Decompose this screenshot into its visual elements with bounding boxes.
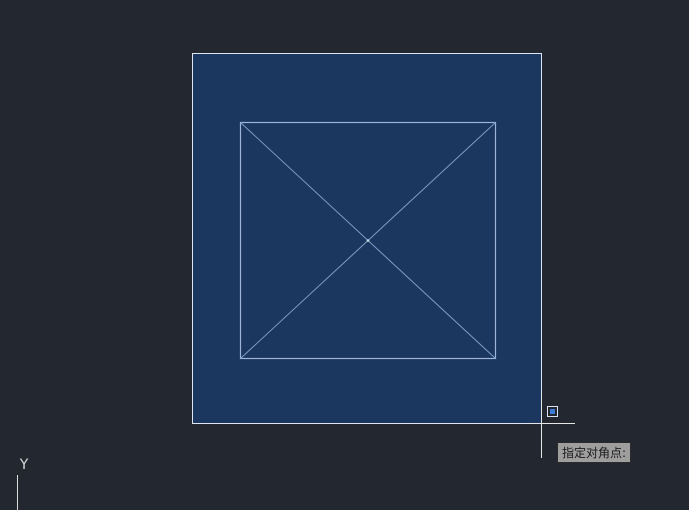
selection-window <box>192 53 542 424</box>
command-prompt-text: 指定对角点: <box>562 446 627 460</box>
ucs-icon: Y <box>17 457 29 510</box>
drawing-canvas[interactable]: Y 指定对角点: <box>0 0 689 510</box>
command-prompt-tooltip: 指定对角点: <box>557 442 632 463</box>
drawing-area[interactable]: Y <box>0 0 689 510</box>
center-point <box>366 239 370 242</box>
osnap-marker-icon <box>547 406 558 417</box>
ucs-y-axis-label: Y <box>19 457 29 473</box>
